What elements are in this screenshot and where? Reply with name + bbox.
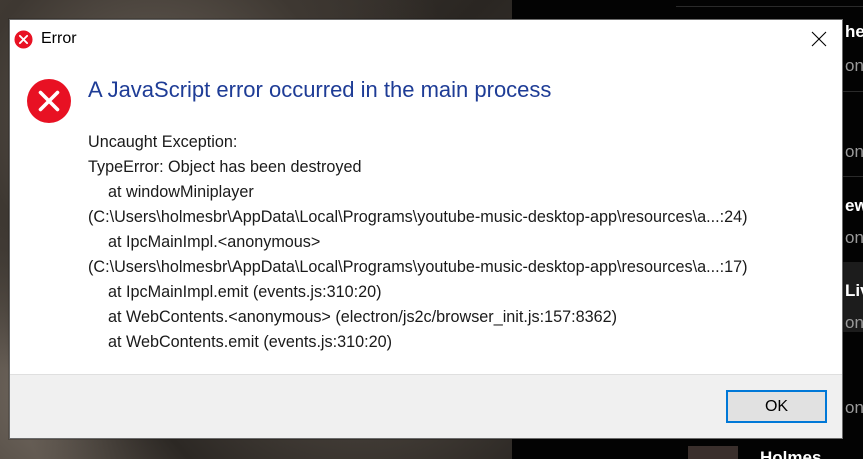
close-button[interactable] bbox=[796, 20, 842, 58]
message-line: at IpcMainImpl.emit (events.js:310:20) bbox=[108, 283, 382, 301]
message-line: at WebContents.<anonymous> (electron/js2… bbox=[108, 308, 617, 326]
dialog-title: Error bbox=[41, 30, 77, 47]
message-line: (C:\Users\holmesbr\AppData\Local\Program… bbox=[88, 258, 748, 276]
message-line: at IpcMainImpl.<anonymous> bbox=[108, 233, 321, 251]
background-item-subtitle: on bbox=[845, 228, 863, 247]
error-message: Uncaught Exception: TypeError: Object has… bbox=[88, 130, 828, 355]
background-item-title[interactable]: Holmes bbox=[760, 448, 821, 459]
background-item-title[interactable]: ew bbox=[845, 196, 863, 216]
background-item-subtitle: on bbox=[845, 313, 863, 332]
dialog-footer: OK bbox=[10, 374, 842, 438]
message-line: at windowMiniplayer bbox=[108, 183, 254, 201]
ok-button[interactable]: OK bbox=[726, 390, 827, 423]
background-item-title[interactable]: he bbox=[845, 22, 863, 42]
error-icon bbox=[14, 30, 33, 49]
message-line: at WebContents.emit (events.js:310:20) bbox=[108, 333, 393, 351]
message-line: TypeError: Object has been destroyed bbox=[88, 158, 362, 176]
message-line: Uncaught Exception: bbox=[88, 133, 238, 151]
background-item-title[interactable]: Liv bbox=[845, 281, 863, 301]
dialog-titlebar[interactable]: Error bbox=[10, 20, 842, 60]
error-icon bbox=[27, 79, 71, 123]
background-item-subtitle: on bbox=[845, 398, 863, 417]
error-heading: A JavaScript error occurred in the main … bbox=[88, 77, 552, 102]
background-item-subtitle: on bbox=[845, 142, 863, 161]
background-thumbnail bbox=[688, 446, 738, 459]
error-dialog: Error A JavaScript error occurred in the… bbox=[9, 19, 843, 439]
close-icon bbox=[811, 31, 827, 47]
divider bbox=[676, 6, 863, 7]
message-line: (C:\Users\holmesbr\AppData\Local\Program… bbox=[88, 208, 748, 226]
dialog-content: A JavaScript error occurred in the main … bbox=[10, 60, 842, 376]
background-item-subtitle: on bbox=[845, 56, 863, 75]
